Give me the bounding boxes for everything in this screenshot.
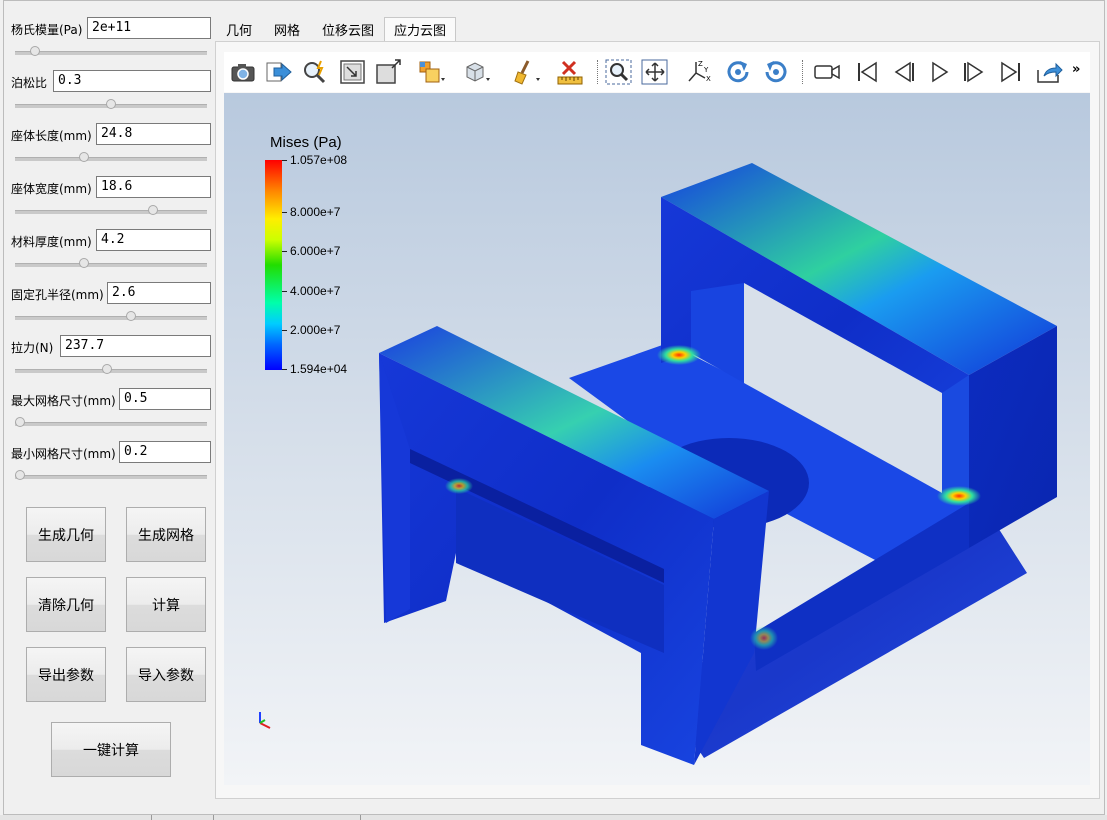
min-mesh-size-slider[interactable] — [15, 469, 207, 483]
material-thickness-slider[interactable] — [15, 257, 207, 271]
rotate-cw-icon[interactable] — [724, 58, 754, 86]
slider-handle[interactable] — [147, 205, 158, 215]
param-label-min-mesh-size: 最小网格尺寸(mm) — [11, 447, 116, 461]
base-length-slider[interactable] — [15, 151, 207, 165]
skip-last-icon[interactable] — [996, 58, 1026, 86]
param-label-base-width: 座体宽度(mm) — [11, 182, 92, 196]
param-label-material-thickness: 材料厚度(mm) — [11, 235, 92, 249]
min-mesh-size-input[interactable]: 0.2 — [119, 441, 211, 463]
tab-geometry[interactable]: 几何 — [218, 17, 260, 41]
clear-brush-icon[interactable] — [510, 58, 540, 86]
import-params-button[interactable]: 导入参数 — [126, 647, 206, 702]
play-icon[interactable] — [924, 58, 954, 86]
export-params-button[interactable]: 导出参数 — [26, 647, 106, 702]
rotate-ccw-icon[interactable] — [760, 58, 790, 86]
max-mesh-size-slider[interactable] — [15, 416, 207, 430]
slider-handle[interactable] — [78, 258, 89, 268]
skip-first-icon[interactable] — [852, 58, 882, 86]
param-label-pull-force: 拉力(N) — [11, 341, 54, 355]
pan-icon[interactable] — [640, 58, 670, 86]
poisson-ratio-slider[interactable] — [15, 98, 207, 112]
youngs-modulus-input[interactable]: 2e+11 — [87, 17, 211, 39]
zoom-window-icon[interactable] — [374, 58, 404, 86]
slider-handle[interactable] — [78, 152, 89, 162]
generate-geometry-button[interactable]: 生成几何 — [26, 507, 106, 562]
svg-text:X: X — [706, 75, 711, 83]
tab-stress-contour[interactable]: 应力云图 — [384, 17, 456, 41]
video-camera-icon[interactable] — [812, 58, 842, 86]
pull-force-input[interactable]: 237.7 — [60, 335, 211, 357]
base-width-slider[interactable] — [15, 204, 207, 218]
material-thickness-input[interactable]: 4.2 — [96, 229, 211, 251]
slider-handle[interactable] — [126, 311, 137, 321]
zoom-select-icon[interactable] — [300, 58, 330, 86]
viewer-toolbar: ZXY » — [224, 52, 1090, 92]
svg-text:Z: Z — [698, 60, 703, 68]
share-export-icon[interactable] — [1034, 58, 1064, 86]
tab-mesh[interactable]: 网格 — [266, 17, 308, 41]
tab-displacement-contour[interactable]: 位移云图 — [316, 17, 380, 41]
pull-force-slider[interactable] — [15, 363, 207, 377]
orientation-triad-icon — [259, 712, 271, 729]
toolbar-overflow-button[interactable]: » — [1072, 62, 1080, 77]
step-forward-icon[interactable] — [960, 58, 990, 86]
stress-contour-viewport[interactable]: Mises (Pa) 1.057e+08 8.000e+7 6.000e+7 4… — [224, 93, 1090, 785]
slider-handle[interactable] — [29, 46, 40, 56]
param-label-youngs-modulus: 杨氏模量(Pa) — [11, 23, 83, 37]
slider-handle[interactable] — [106, 99, 116, 109]
view-style-icon[interactable] — [462, 58, 492, 86]
bracket-stress-model — [379, 163, 1057, 765]
measure-ruler-icon[interactable] — [556, 58, 586, 86]
one-click-compute-button[interactable]: 一键计算 — [51, 722, 171, 777]
clear-geometry-button[interactable]: 清除几何 — [26, 577, 106, 632]
zoom-fit-icon[interactable] — [604, 58, 634, 86]
base-width-input[interactable]: 18.6 — [96, 176, 211, 198]
hole-radius-slider[interactable] — [15, 310, 207, 324]
export-arrow-icon[interactable] — [264, 58, 294, 86]
slider-handle[interactable] — [15, 470, 25, 480]
poisson-ratio-input[interactable]: 0.3 — [53, 70, 211, 92]
generate-mesh-button[interactable]: 生成网格 — [126, 507, 206, 562]
svg-text:Y: Y — [703, 66, 709, 74]
hole-radius-input[interactable]: 2.6 — [107, 282, 211, 304]
param-label-hole-radius: 固定孔半径(mm) — [11, 288, 104, 302]
youngs-modulus-slider[interactable] — [15, 45, 207, 59]
camera-icon[interactable] — [228, 58, 258, 86]
param-label-poisson-ratio: 泊松比 — [11, 76, 48, 90]
fit-view-icon[interactable] — [338, 58, 368, 86]
base-length-input[interactable]: 24.8 — [96, 123, 211, 145]
display-mode-icon[interactable] — [416, 58, 446, 86]
status-strip — [0, 815, 1107, 820]
slider-handle[interactable] — [15, 417, 25, 427]
compute-button[interactable]: 计算 — [126, 577, 206, 632]
param-label-base-length: 座体长度(mm) — [11, 129, 92, 143]
param-label-max-mesh-size: 最大网格尺寸(mm) — [11, 394, 116, 408]
step-back-icon[interactable] — [888, 58, 918, 86]
axes-icon[interactable]: ZXY — [684, 58, 714, 86]
max-mesh-size-input[interactable]: 0.5 — [119, 388, 211, 410]
